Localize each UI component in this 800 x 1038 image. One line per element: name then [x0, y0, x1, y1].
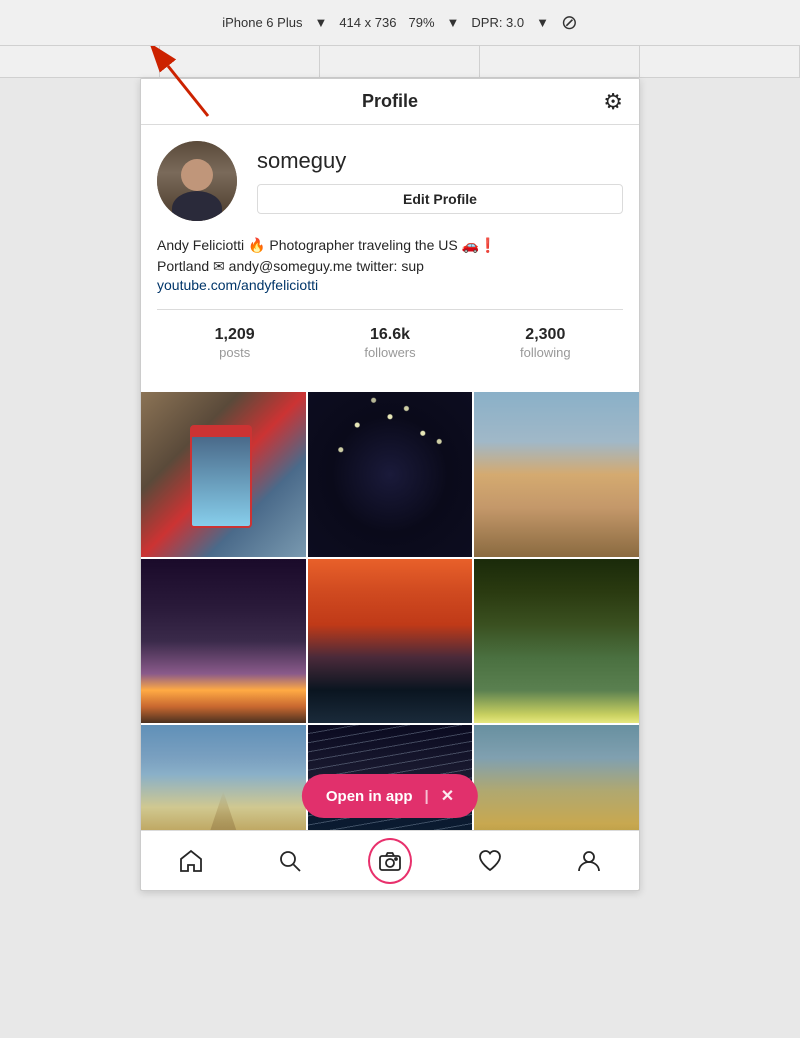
app-title: Profile	[362, 91, 418, 112]
phone-frame: Profile ⚙ someguy Edit Profile Andy Feli…	[140, 78, 640, 891]
following-count: 2,300	[468, 326, 623, 344]
bio-section: Andy Feliciotti 🔥 Photographer traveling…	[157, 235, 623, 295]
tab-5[interactable]	[640, 46, 800, 77]
photo-cell-6[interactable]	[474, 559, 639, 724]
settings-icon[interactable]: ⚙	[603, 89, 623, 115]
profile-section: someguy Edit Profile Andy Feliciotti 🔥 P…	[141, 125, 639, 392]
device-frame-icon[interactable]: ⊘	[561, 10, 578, 35]
bottom-nav	[141, 830, 639, 890]
username: someguy	[257, 148, 623, 174]
chevron-down-icon: ▼	[314, 15, 327, 30]
photo-cell-1[interactable]	[141, 392, 306, 557]
resolution-label: 414 x 736	[339, 15, 396, 30]
open-in-app-label: Open in app	[326, 788, 413, 805]
tab-3[interactable]	[320, 46, 480, 77]
stats-row: 1,209 posts 16.6k followers 2,300 follow…	[157, 322, 623, 376]
stats-divider	[157, 309, 623, 310]
nav-search-button[interactable]	[268, 839, 312, 883]
nav-heart-button[interactable]	[468, 839, 512, 883]
bio-line-2: Portland ✉ andy@someguy.me twitter: sup	[157, 256, 623, 277]
stat-posts: 1,209 posts	[157, 326, 312, 362]
following-label: following	[520, 345, 571, 360]
tab-bar	[0, 46, 800, 78]
followers-label: followers	[364, 345, 415, 360]
tab-1[interactable]	[0, 46, 160, 77]
device-label: iPhone 6 Plus	[222, 15, 302, 30]
bio-line-1: Andy Feliciotti 🔥 Photographer traveling…	[157, 235, 623, 256]
bio-link[interactable]: youtube.com/andyfeliciotti	[157, 277, 318, 293]
nav-camera-button[interactable]	[368, 839, 412, 883]
nav-profile-button[interactable]	[567, 839, 611, 883]
posts-label: posts	[219, 345, 250, 360]
avatar-body	[172, 191, 222, 221]
stat-followers[interactable]: 16.6k followers	[312, 326, 467, 362]
zoom-chevron-icon: ▼	[447, 15, 460, 30]
browser-bar: iPhone 6 Plus ▼ 414 x 736 79% ▼ DPR: 3.0…	[0, 0, 800, 46]
tab-2[interactable]	[160, 46, 320, 77]
zoom-label: 79%	[408, 15, 434, 30]
edit-profile-button[interactable]: Edit Profile	[257, 184, 623, 214]
photo-cell-4[interactable]	[141, 559, 306, 724]
avatar-head	[181, 159, 213, 191]
photo-cell-2[interactable]	[308, 392, 473, 557]
open-in-app-banner[interactable]: Open in app | ✕	[302, 774, 478, 818]
avatar	[157, 141, 237, 221]
app-header: Profile ⚙	[141, 79, 639, 125]
avatar-image	[157, 141, 237, 221]
camera-circle	[368, 838, 412, 884]
dpr-chevron-icon: ▼	[536, 15, 549, 30]
dpr-label: DPR: 3.0	[471, 15, 524, 30]
followers-count: 16.6k	[312, 326, 467, 344]
stat-following[interactable]: 2,300 following	[468, 326, 623, 362]
posts-count: 1,209	[157, 326, 312, 344]
nav-home-button[interactable]	[169, 839, 213, 883]
close-icon[interactable]: ✕	[441, 786, 454, 806]
photo-cell-3[interactable]	[474, 392, 639, 557]
tab-4[interactable]	[480, 46, 640, 77]
photo-cell-5[interactable]	[308, 559, 473, 724]
profile-info: someguy Edit Profile	[257, 148, 623, 214]
open-in-app-divider: |	[425, 788, 429, 805]
profile-top: someguy Edit Profile	[157, 141, 623, 221]
